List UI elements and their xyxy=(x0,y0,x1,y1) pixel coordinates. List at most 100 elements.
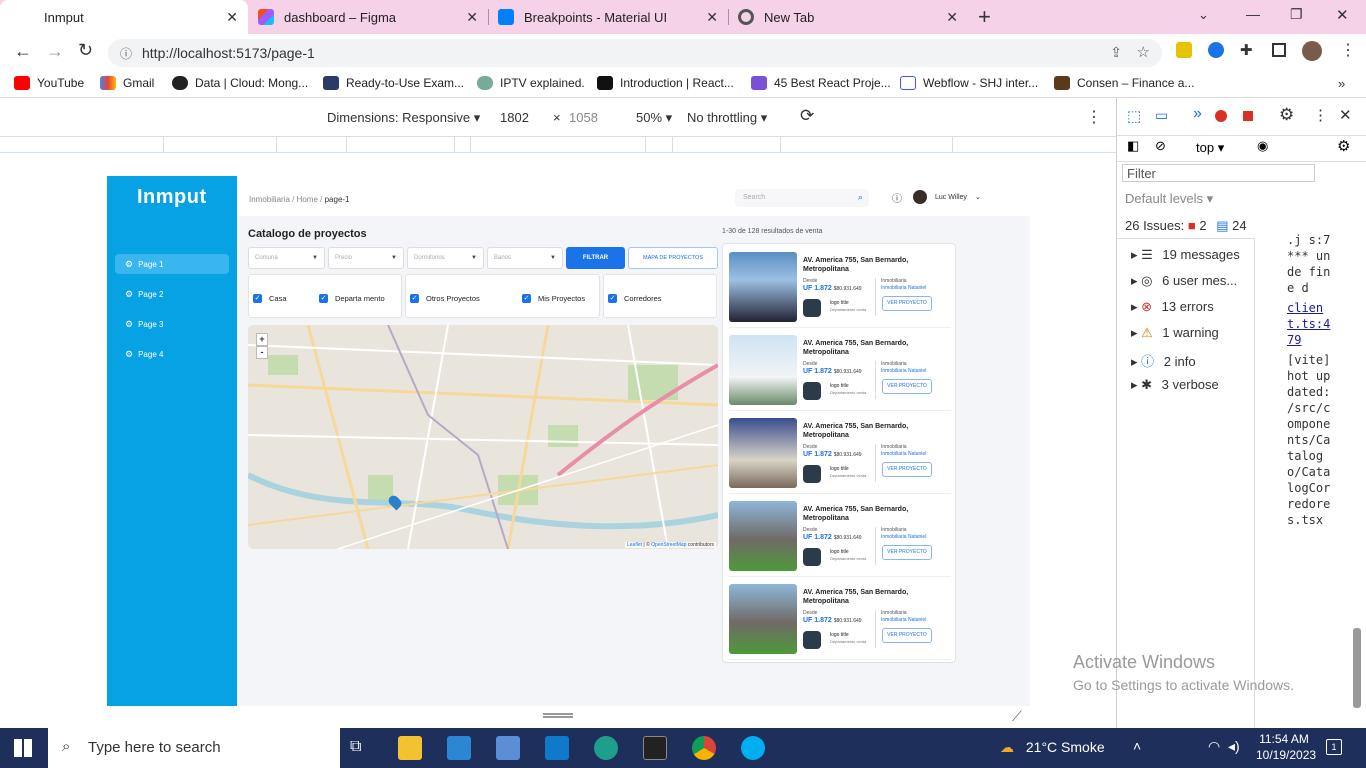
group-info[interactable]: ▸ ⓘ 2 info xyxy=(1131,351,1196,370)
view-project-button[interactable]: VER PROYECTO xyxy=(882,545,932,560)
developer-name[interactable]: Inmobiliaria Nataniel xyxy=(881,534,926,540)
extension-icon[interactable] xyxy=(1176,42,1192,58)
warning-count-icon[interactable] xyxy=(1243,111,1253,121)
developer-name[interactable]: Inmobiliaria Nataniel xyxy=(881,368,926,374)
group-warnings[interactable]: ▸ ⚠ 1 warning xyxy=(1131,325,1219,341)
terminal-icon[interactable] xyxy=(643,736,667,760)
menu-icon[interactable]: ⋮ xyxy=(1340,40,1356,60)
breadcrumb-path[interactable]: Inmobiliaria / Home / xyxy=(249,195,322,204)
profile-avatar[interactable] xyxy=(1302,41,1322,61)
sidebar-item-page-4[interactable]: ⚙ Page 4 xyxy=(115,344,229,364)
checkbox-departamento[interactable]: ✓ Departa mento xyxy=(319,294,385,303)
precio-select[interactable]: Precio ▼ xyxy=(328,247,404,269)
forward-icon[interactable]: → xyxy=(46,41,64,62)
sidebar-item-page-3[interactable]: ⚙ Page 3 xyxy=(115,314,229,334)
leaflet-link[interactable]: Leaflet xyxy=(627,542,642,548)
close-tab-icon[interactable]: ✕ xyxy=(706,9,718,26)
bookmark-exam[interactable]: Ready-to-Use Exam... xyxy=(323,76,464,90)
scrollbar[interactable] xyxy=(1353,628,1361,708)
tab-inmput[interactable]: Inmput ✕ xyxy=(0,0,248,34)
inspect-element-icon[interactable]: ⬚ xyxy=(1127,107,1141,125)
zoom-in-button[interactable]: + xyxy=(256,333,268,346)
site-info-icon[interactable]: ⓘ xyxy=(120,45,132,62)
tab-material-ui[interactable]: Breakpoints - Material UI ✕ xyxy=(488,0,729,34)
more-options-icon[interactable]: ⋮ xyxy=(1086,107,1102,127)
app-icon[interactable] xyxy=(496,736,520,760)
edge-icon[interactable] xyxy=(594,736,618,760)
sidebar-item-page-1[interactable]: ⚙ Page 1 xyxy=(115,254,229,274)
width-input[interactable]: 1802 xyxy=(500,110,548,125)
resize-handle-corner[interactable]: ⟋ xyxy=(1012,708,1022,725)
listing-card[interactable]: AV. America 755, San Bernardo, Metropoli… xyxy=(729,414,951,494)
bookmark-iptv[interactable]: IPTV explained. xyxy=(477,76,585,90)
bookmark-star-icon[interactable]: ☆ xyxy=(1137,43,1150,61)
bookmark-mongo[interactable]: Data | Cloud: Mong... xyxy=(172,76,308,90)
group-verbose[interactable]: ▸ ✱ 3 verbose xyxy=(1131,377,1219,393)
error-count-icon[interactable] xyxy=(1215,110,1227,122)
throttling-select[interactable]: No throttling ▾ xyxy=(687,110,767,126)
listing-photo[interactable] xyxy=(729,418,797,488)
more-tabs-icon[interactable]: » xyxy=(1193,105,1202,123)
comuna-select[interactable]: Comuna ▼ xyxy=(248,247,325,269)
dimensions-select[interactable]: Dimensions: Responsive ▾ xyxy=(327,110,480,126)
clear-console-icon[interactable]: ⊘ xyxy=(1155,138,1166,154)
sidebar-toggle-icon[interactable]: ◧ xyxy=(1127,138,1139,154)
checkbox-corredores[interactable]: ✓ Corredores xyxy=(608,294,662,303)
view-project-button[interactable]: VER PROYECTO xyxy=(882,379,932,394)
chrome-icon[interactable] xyxy=(692,736,716,760)
clock[interactable]: 11:54 AM 10/19/2023 xyxy=(1256,732,1316,762)
back-icon[interactable]: ← xyxy=(14,41,32,62)
device-toggle-icon[interactable]: ▭ xyxy=(1155,107,1168,124)
reload-icon[interactable]: ↻ xyxy=(78,40,93,61)
listing-photo[interactable] xyxy=(729,584,797,654)
height-input[interactable]: 1058 xyxy=(569,110,617,125)
group-user-messages[interactable]: ▸ ◎ 6 user mes... xyxy=(1131,273,1237,289)
view-project-button[interactable]: VER PROYECTO xyxy=(882,296,932,311)
view-project-button[interactable]: VER PROYECTO xyxy=(882,628,932,643)
tab-search-icon[interactable]: ⌄ xyxy=(1198,7,1209,23)
notifications-icon[interactable]: 1 xyxy=(1326,739,1342,755)
more-options-icon[interactable]: ⋮ xyxy=(1313,106,1328,124)
search-icon[interactable]: ⌕ xyxy=(858,192,863,203)
close-devtools-icon[interactable]: ✕ xyxy=(1339,106,1352,124)
restore-icon[interactable]: ❐ xyxy=(1290,6,1303,23)
bookmark-consen[interactable]: Consen – Finance a... xyxy=(1054,76,1194,90)
developer-name[interactable]: Inmobiliaria Nataniel xyxy=(881,285,926,291)
log-levels-select[interactable]: Default levels ▾ xyxy=(1125,191,1213,207)
dormitorios-select[interactable]: Dormitorios ▼ xyxy=(407,247,484,269)
settings-icon[interactable]: ⚙ xyxy=(1279,105,1294,125)
listing-card[interactable]: AV. America 755, San Bernardo, Metropoli… xyxy=(729,331,951,411)
bookmark-youtube[interactable]: YouTube xyxy=(14,76,84,90)
resize-handle-bottom[interactable] xyxy=(543,713,573,718)
listing-card[interactable]: AV. America 755, San Bernardo, Metropoli… xyxy=(729,580,951,660)
context-select[interactable]: top ▾ xyxy=(1196,140,1224,156)
extension-icon[interactable] xyxy=(1208,42,1224,58)
new-tab-icon[interactable]: + xyxy=(978,4,991,30)
puzzle-icon[interactable]: ✚ xyxy=(1240,41,1253,59)
file-explorer-icon[interactable] xyxy=(398,736,422,760)
group-messages[interactable]: ▸ ☰ 19 messages xyxy=(1131,247,1240,263)
store-icon[interactable] xyxy=(447,736,471,760)
minimize-icon[interactable]: — xyxy=(1246,6,1260,22)
developer-name[interactable]: Inmobiliaria Nataniel xyxy=(881,617,926,623)
skype-icon[interactable] xyxy=(741,736,765,760)
sidebar-item-page-2[interactable]: ⚙ Page 2 xyxy=(115,284,229,304)
volume-icon[interactable]: ◂) xyxy=(1228,738,1240,755)
tray-chevron-icon[interactable]: ˄ xyxy=(1133,738,1141,754)
source-link[interactable]: client.ts:479 xyxy=(1287,300,1331,348)
app-logo[interactable]: Inmput xyxy=(137,186,207,209)
task-view-icon[interactable]: ⧉ xyxy=(350,738,361,756)
tab-figma[interactable]: dashboard – Figma ✕ xyxy=(248,0,489,34)
listing-card[interactable]: AV. America 755, San Bernardo, Metropoli… xyxy=(729,497,951,577)
eye-icon[interactable]: ◉ xyxy=(1257,138,1268,154)
console-settings-icon[interactable]: ⚙ xyxy=(1337,137,1350,155)
listing-card[interactable]: AV. America 755, San Bernardo, Metropoli… xyxy=(729,248,951,328)
tab-new-tab[interactable]: New Tab ✕ xyxy=(728,0,968,34)
checkbox-otros-proyectos[interactable]: ✓ Otros Proyectos xyxy=(410,294,480,303)
group-errors[interactable]: ▸ ⊗ 13 errors xyxy=(1131,299,1214,315)
close-tab-icon[interactable]: ✕ xyxy=(946,9,958,26)
osm-link[interactable]: OpenStreetMap xyxy=(651,542,686,548)
map-projects-button[interactable]: MAPA DE PROYECTOS xyxy=(628,247,718,269)
more-bookmarks-icon[interactable]: » xyxy=(1338,76,1345,91)
banos-select[interactable]: Banos ▼ xyxy=(487,247,563,269)
